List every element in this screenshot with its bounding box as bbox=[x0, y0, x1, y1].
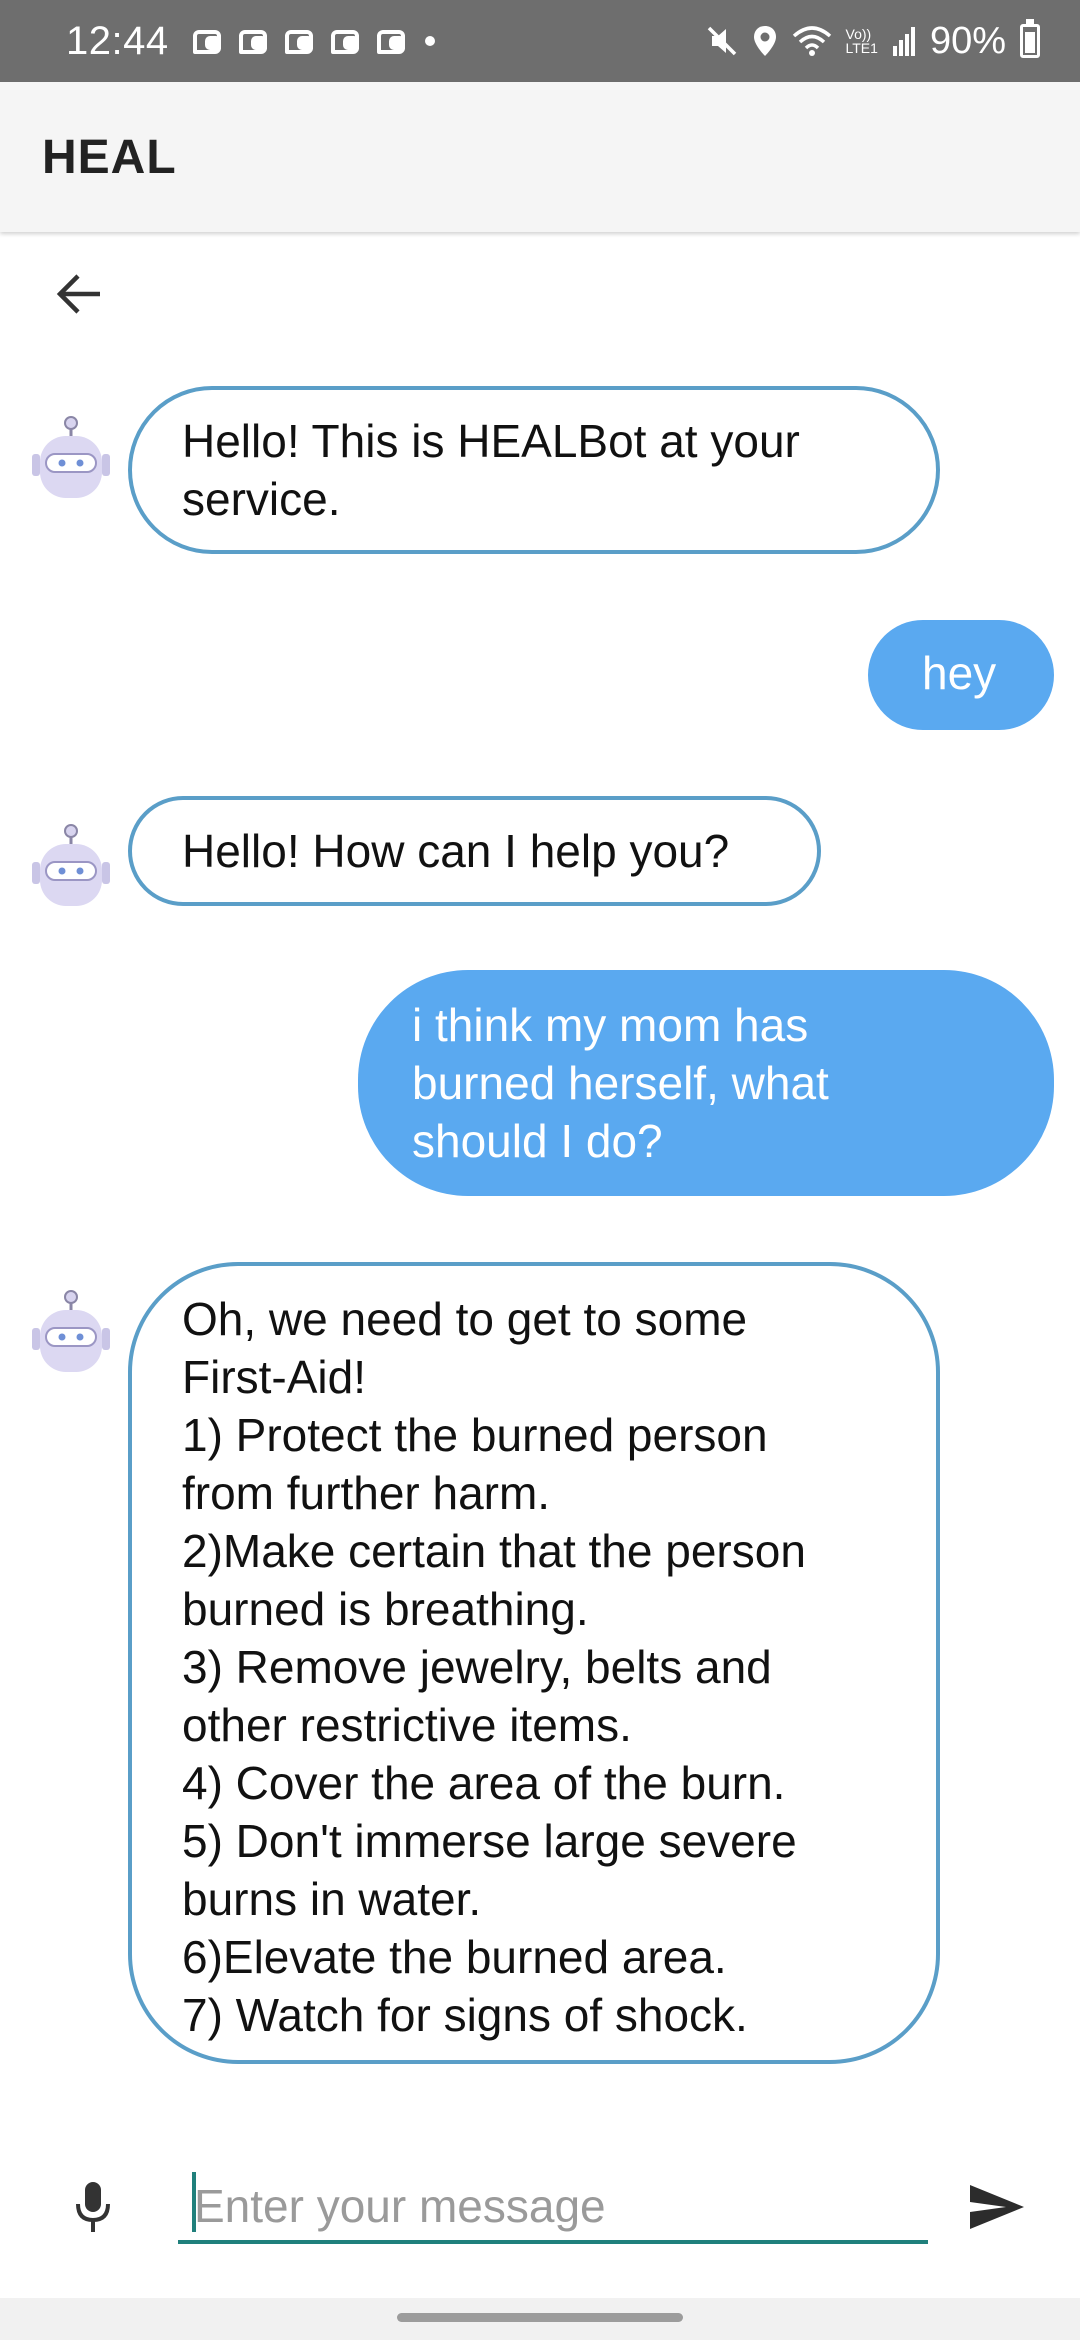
user-message-bubble: i think my mom has burned herself, what … bbox=[358, 970, 1054, 1196]
app-bar: HEAL bbox=[0, 82, 1080, 232]
bot-message-bubble: Oh, we need to get to some First-Aid! 1)… bbox=[128, 1262, 940, 2064]
app-title: HEAL bbox=[42, 130, 177, 184]
send-icon bbox=[970, 2185, 1024, 2229]
home-gesture-handle[interactable] bbox=[397, 2313, 683, 2322]
bot-avatar-icon bbox=[32, 1290, 110, 1372]
microphone-button[interactable] bbox=[60, 2174, 126, 2240]
back-button[interactable] bbox=[40, 258, 120, 330]
system-navigation-bar bbox=[0, 2298, 1080, 2340]
microphone-icon bbox=[76, 2182, 110, 2232]
message-text: Oh, we need to get to some First-Aid! 1)… bbox=[182, 1293, 806, 2041]
arrow-left-icon bbox=[56, 274, 100, 314]
text-cursor bbox=[192, 2172, 196, 2232]
bot-avatar-icon bbox=[32, 824, 110, 906]
send-button[interactable] bbox=[964, 2174, 1030, 2240]
status-bar: 12:44 Vo)) LTE1 90% bbox=[0, 0, 1080, 82]
battery-icon bbox=[1020, 19, 1040, 58]
lte-indicator: Vo)) LTE1 bbox=[845, 26, 878, 56]
chat-notification-icon bbox=[283, 26, 315, 56]
chat-notification-icon bbox=[375, 26, 407, 56]
message-text: Hello! How can I help you? bbox=[182, 825, 730, 877]
status-right-icons: Vo)) LTE1 90% bbox=[706, 19, 1040, 63]
message-text: Hello! This is HEALBot at your service. bbox=[182, 415, 800, 525]
message-text: hey bbox=[922, 647, 997, 699]
notification-icons bbox=[191, 26, 407, 56]
battery-percent: 90% bbox=[929, 19, 1006, 62]
chat-notification-icon bbox=[191, 26, 223, 56]
more-notifications-dot-icon bbox=[424, 36, 435, 46]
message-composer bbox=[0, 2150, 1080, 2260]
status-time: 12:44 bbox=[66, 18, 169, 63]
mute-icon bbox=[707, 26, 736, 56]
bot-message-bubble: Hello! This is HEALBot at your service. bbox=[128, 386, 940, 554]
user-message-bubble: hey bbox=[868, 620, 1054, 730]
wifi-icon bbox=[792, 26, 831, 56]
signal-icon bbox=[892, 27, 915, 56]
bot-avatar-icon bbox=[32, 416, 110, 498]
chat-notification-icon bbox=[237, 26, 269, 56]
chat-notification-icon bbox=[329, 26, 361, 56]
message-text: i think my mom has burned herself, what … bbox=[412, 999, 829, 1167]
bot-message-bubble: Hello! How can I help you? bbox=[128, 796, 821, 906]
message-input[interactable] bbox=[178, 2172, 928, 2244]
location-icon bbox=[753, 26, 776, 56]
